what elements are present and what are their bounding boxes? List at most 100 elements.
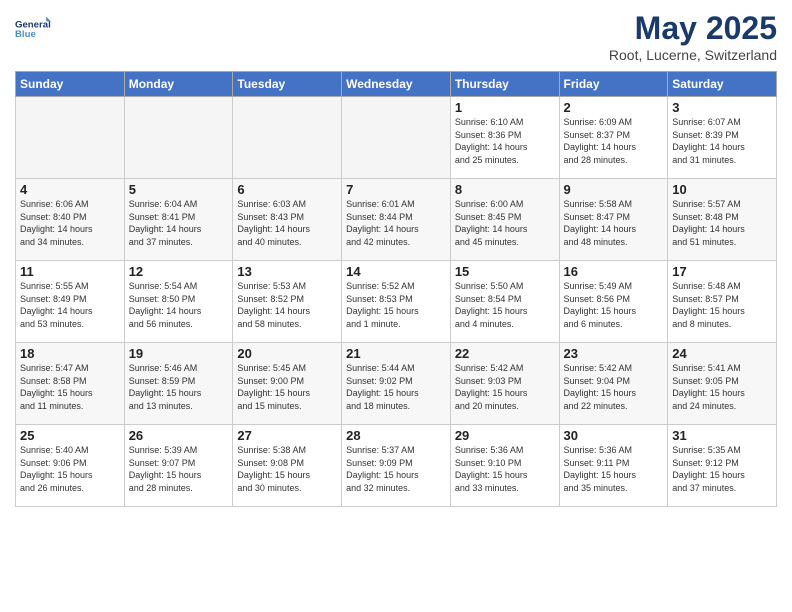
calendar-week-3: 18Sunrise: 5:47 AM Sunset: 8:58 PM Dayli… bbox=[16, 343, 777, 425]
col-sunday: Sunday bbox=[16, 72, 125, 97]
header-row: Sunday Monday Tuesday Wednesday Thursday… bbox=[16, 72, 777, 97]
day-number: 2 bbox=[564, 100, 664, 115]
day-info: Sunrise: 5:53 AM Sunset: 8:52 PM Dayligh… bbox=[237, 280, 337, 330]
day-info: Sunrise: 5:55 AM Sunset: 8:49 PM Dayligh… bbox=[20, 280, 120, 330]
col-saturday: Saturday bbox=[668, 72, 777, 97]
calendar-day: 28Sunrise: 5:37 AM Sunset: 9:09 PM Dayli… bbox=[342, 425, 451, 507]
day-info: Sunrise: 5:44 AM Sunset: 9:02 PM Dayligh… bbox=[346, 362, 446, 412]
day-info: Sunrise: 5:46 AM Sunset: 8:59 PM Dayligh… bbox=[129, 362, 229, 412]
day-info: Sunrise: 6:03 AM Sunset: 8:43 PM Dayligh… bbox=[237, 198, 337, 248]
calendar-day: 4Sunrise: 6:06 AM Sunset: 8:40 PM Daylig… bbox=[16, 179, 125, 261]
page-container: General Blue May 2025 Root, Lucerne, Swi… bbox=[0, 0, 792, 517]
calendar-day: 29Sunrise: 5:36 AM Sunset: 9:10 PM Dayli… bbox=[450, 425, 559, 507]
day-info: Sunrise: 6:10 AM Sunset: 8:36 PM Dayligh… bbox=[455, 116, 555, 166]
day-info: Sunrise: 5:52 AM Sunset: 8:53 PM Dayligh… bbox=[346, 280, 446, 330]
calendar-week-2: 11Sunrise: 5:55 AM Sunset: 8:49 PM Dayli… bbox=[16, 261, 777, 343]
day-number: 13 bbox=[237, 264, 337, 279]
day-info: Sunrise: 5:40 AM Sunset: 9:06 PM Dayligh… bbox=[20, 444, 120, 494]
calendar-day: 31Sunrise: 5:35 AM Sunset: 9:12 PM Dayli… bbox=[668, 425, 777, 507]
day-info: Sunrise: 6:01 AM Sunset: 8:44 PM Dayligh… bbox=[346, 198, 446, 248]
col-tuesday: Tuesday bbox=[233, 72, 342, 97]
day-number: 1 bbox=[455, 100, 555, 115]
day-info: Sunrise: 5:35 AM Sunset: 9:12 PM Dayligh… bbox=[672, 444, 772, 494]
title-block: May 2025 Root, Lucerne, Switzerland bbox=[609, 10, 777, 63]
calendar-day: 5Sunrise: 6:04 AM Sunset: 8:41 PM Daylig… bbox=[124, 179, 233, 261]
calendar-table: Sunday Monday Tuesday Wednesday Thursday… bbox=[15, 71, 777, 507]
day-info: Sunrise: 6:09 AM Sunset: 8:37 PM Dayligh… bbox=[564, 116, 664, 166]
logo-svg: General Blue bbox=[15, 10, 51, 46]
day-number: 28 bbox=[346, 428, 446, 443]
day-number: 20 bbox=[237, 346, 337, 361]
logo-block: General Blue bbox=[15, 10, 51, 46]
day-info: Sunrise: 5:49 AM Sunset: 8:56 PM Dayligh… bbox=[564, 280, 664, 330]
day-info: Sunrise: 5:39 AM Sunset: 9:07 PM Dayligh… bbox=[129, 444, 229, 494]
day-number: 17 bbox=[672, 264, 772, 279]
day-info: Sunrise: 5:54 AM Sunset: 8:50 PM Dayligh… bbox=[129, 280, 229, 330]
day-number: 27 bbox=[237, 428, 337, 443]
calendar-week-0: 1Sunrise: 6:10 AM Sunset: 8:36 PM Daylig… bbox=[16, 97, 777, 179]
day-number: 22 bbox=[455, 346, 555, 361]
logo: General Blue bbox=[15, 10, 51, 46]
calendar-week-4: 25Sunrise: 5:40 AM Sunset: 9:06 PM Dayli… bbox=[16, 425, 777, 507]
day-number: 19 bbox=[129, 346, 229, 361]
day-info: Sunrise: 6:07 AM Sunset: 8:39 PM Dayligh… bbox=[672, 116, 772, 166]
day-number: 9 bbox=[564, 182, 664, 197]
col-thursday: Thursday bbox=[450, 72, 559, 97]
day-info: Sunrise: 5:36 AM Sunset: 9:10 PM Dayligh… bbox=[455, 444, 555, 494]
day-info: Sunrise: 6:06 AM Sunset: 8:40 PM Dayligh… bbox=[20, 198, 120, 248]
day-number: 23 bbox=[564, 346, 664, 361]
day-number: 26 bbox=[129, 428, 229, 443]
day-number: 5 bbox=[129, 182, 229, 197]
calendar-day: 1Sunrise: 6:10 AM Sunset: 8:36 PM Daylig… bbox=[450, 97, 559, 179]
day-info: Sunrise: 5:38 AM Sunset: 9:08 PM Dayligh… bbox=[237, 444, 337, 494]
day-info: Sunrise: 5:37 AM Sunset: 9:09 PM Dayligh… bbox=[346, 444, 446, 494]
calendar-day: 20Sunrise: 5:45 AM Sunset: 9:00 PM Dayli… bbox=[233, 343, 342, 425]
calendar-day: 24Sunrise: 5:41 AM Sunset: 9:05 PM Dayli… bbox=[668, 343, 777, 425]
calendar-day: 14Sunrise: 5:52 AM Sunset: 8:53 PM Dayli… bbox=[342, 261, 451, 343]
month-title: May 2025 bbox=[609, 10, 777, 47]
day-number: 10 bbox=[672, 182, 772, 197]
calendar-day: 7Sunrise: 6:01 AM Sunset: 8:44 PM Daylig… bbox=[342, 179, 451, 261]
calendar-day: 9Sunrise: 5:58 AM Sunset: 8:47 PM Daylig… bbox=[559, 179, 668, 261]
day-number: 11 bbox=[20, 264, 120, 279]
day-info: Sunrise: 5:42 AM Sunset: 9:03 PM Dayligh… bbox=[455, 362, 555, 412]
day-number: 31 bbox=[672, 428, 772, 443]
calendar-day: 27Sunrise: 5:38 AM Sunset: 9:08 PM Dayli… bbox=[233, 425, 342, 507]
calendar-day: 18Sunrise: 5:47 AM Sunset: 8:58 PM Dayli… bbox=[16, 343, 125, 425]
day-info: Sunrise: 6:04 AM Sunset: 8:41 PM Dayligh… bbox=[129, 198, 229, 248]
day-number: 15 bbox=[455, 264, 555, 279]
calendar-day: 12Sunrise: 5:54 AM Sunset: 8:50 PM Dayli… bbox=[124, 261, 233, 343]
calendar-day: 25Sunrise: 5:40 AM Sunset: 9:06 PM Dayli… bbox=[16, 425, 125, 507]
calendar-day: 15Sunrise: 5:50 AM Sunset: 8:54 PM Dayli… bbox=[450, 261, 559, 343]
day-info: Sunrise: 5:50 AM Sunset: 8:54 PM Dayligh… bbox=[455, 280, 555, 330]
day-info: Sunrise: 5:47 AM Sunset: 8:58 PM Dayligh… bbox=[20, 362, 120, 412]
calendar-day: 3Sunrise: 6:07 AM Sunset: 8:39 PM Daylig… bbox=[668, 97, 777, 179]
calendar-day: 30Sunrise: 5:36 AM Sunset: 9:11 PM Dayli… bbox=[559, 425, 668, 507]
day-info: Sunrise: 5:45 AM Sunset: 9:00 PM Dayligh… bbox=[237, 362, 337, 412]
page-header: General Blue May 2025 Root, Lucerne, Swi… bbox=[15, 10, 777, 63]
day-info: Sunrise: 6:00 AM Sunset: 8:45 PM Dayligh… bbox=[455, 198, 555, 248]
calendar-day: 11Sunrise: 5:55 AM Sunset: 8:49 PM Dayli… bbox=[16, 261, 125, 343]
day-number: 25 bbox=[20, 428, 120, 443]
day-info: Sunrise: 5:48 AM Sunset: 8:57 PM Dayligh… bbox=[672, 280, 772, 330]
calendar-day bbox=[124, 97, 233, 179]
day-number: 7 bbox=[346, 182, 446, 197]
calendar-day: 17Sunrise: 5:48 AM Sunset: 8:57 PM Dayli… bbox=[668, 261, 777, 343]
col-friday: Friday bbox=[559, 72, 668, 97]
day-info: Sunrise: 5:41 AM Sunset: 9:05 PM Dayligh… bbox=[672, 362, 772, 412]
day-info: Sunrise: 5:36 AM Sunset: 9:11 PM Dayligh… bbox=[564, 444, 664, 494]
calendar-day: 13Sunrise: 5:53 AM Sunset: 8:52 PM Dayli… bbox=[233, 261, 342, 343]
day-number: 3 bbox=[672, 100, 772, 115]
day-number: 14 bbox=[346, 264, 446, 279]
calendar-day bbox=[16, 97, 125, 179]
day-number: 29 bbox=[455, 428, 555, 443]
day-number: 8 bbox=[455, 182, 555, 197]
day-number: 4 bbox=[20, 182, 120, 197]
day-number: 6 bbox=[237, 182, 337, 197]
calendar-day: 8Sunrise: 6:00 AM Sunset: 8:45 PM Daylig… bbox=[450, 179, 559, 261]
col-monday: Monday bbox=[124, 72, 233, 97]
day-number: 16 bbox=[564, 264, 664, 279]
calendar-day: 16Sunrise: 5:49 AM Sunset: 8:56 PM Dayli… bbox=[559, 261, 668, 343]
calendar-week-1: 4Sunrise: 6:06 AM Sunset: 8:40 PM Daylig… bbox=[16, 179, 777, 261]
calendar-day: 19Sunrise: 5:46 AM Sunset: 8:59 PM Dayli… bbox=[124, 343, 233, 425]
